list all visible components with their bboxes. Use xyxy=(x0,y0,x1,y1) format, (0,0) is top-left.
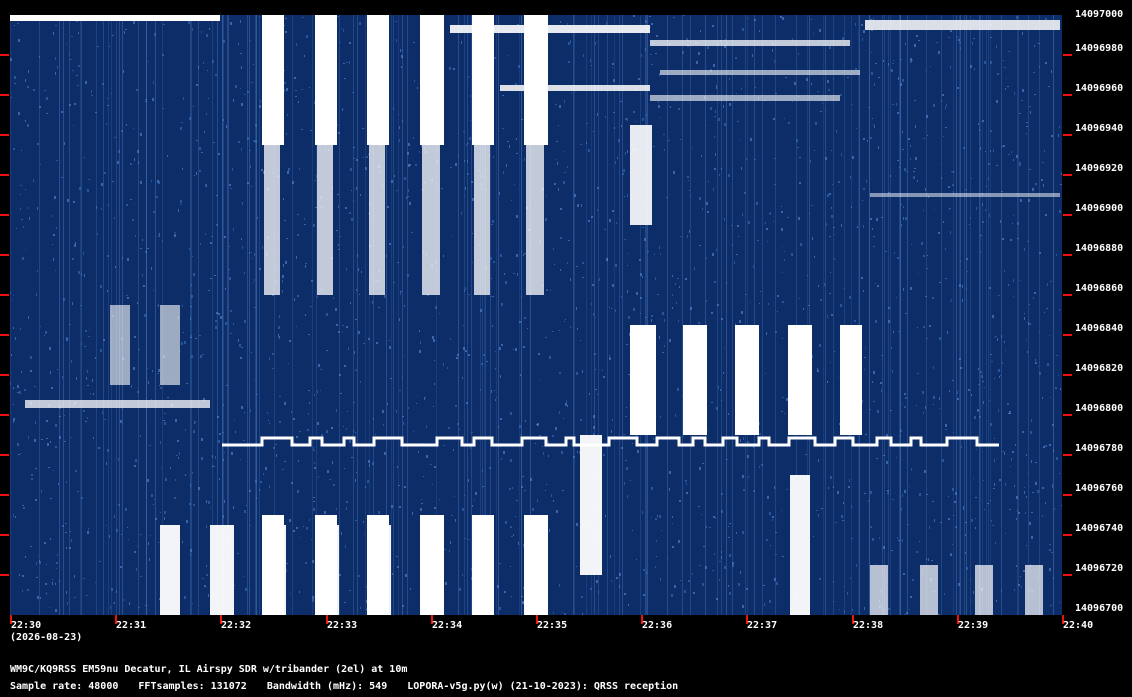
freq-tick-left xyxy=(0,374,9,376)
freq-label: 14096920 xyxy=(1075,163,1124,174)
freq-tick-left xyxy=(0,94,9,96)
freq-label: 14096780 xyxy=(1075,443,1124,454)
freq-label: 14096820 xyxy=(1075,363,1124,374)
freq-tick-left xyxy=(0,254,9,256)
freq-tick-left xyxy=(0,534,9,536)
time-label: 22:38 xyxy=(853,620,884,631)
freq-label: 14096860 xyxy=(1075,283,1124,294)
freq-label: 14096720 xyxy=(1075,563,1124,574)
freq-tick-right xyxy=(1063,414,1072,416)
freq-tick-left xyxy=(0,574,9,576)
freq-tick-left xyxy=(0,134,9,136)
time-label: 22:34 xyxy=(432,620,463,631)
freq-tick-right xyxy=(1063,54,1072,56)
freq-tick-right xyxy=(1063,454,1072,456)
time-label: 22:31 xyxy=(116,620,147,631)
freq-tick-left xyxy=(0,454,9,456)
freq-tick-left xyxy=(0,414,9,416)
freq-label: 14096880 xyxy=(1075,243,1124,254)
freq-tick-left xyxy=(0,334,9,336)
freq-tick-left xyxy=(0,174,9,176)
freq-label: 14096840 xyxy=(1075,323,1124,334)
bandwidth: Bandwidth (mHz): 549 xyxy=(266,681,388,692)
time-label: 22:35 xyxy=(537,620,568,631)
fft-samples: FFTsamples: 131072 xyxy=(138,681,247,692)
capture-info: Sample rate: 48000 FFTsamples: 131072 Ba… xyxy=(10,681,692,692)
freq-label: 14096900 xyxy=(1075,203,1124,214)
freq-label: 14096960 xyxy=(1075,83,1124,94)
freq-tick-right xyxy=(1063,254,1072,256)
freq-tick-right xyxy=(1063,374,1072,376)
waterfall-image xyxy=(10,15,1062,615)
time-label: 22:30 xyxy=(11,620,42,631)
time-label: 22:37 xyxy=(747,620,778,631)
freq-tick-right xyxy=(1063,334,1072,336)
freq-label: 14096800 xyxy=(1075,403,1124,414)
waterfall-plot[interactable] xyxy=(10,15,1062,615)
freq-tick-right xyxy=(1063,214,1072,216)
time-label: 22:39 xyxy=(958,620,989,631)
time-label: 22:40 xyxy=(1063,620,1094,631)
freq-tick-left xyxy=(0,494,9,496)
freq-label: 14096700 xyxy=(1075,603,1124,614)
date-label: (2026-08-23) xyxy=(10,632,83,643)
time-label: 22:32 xyxy=(221,620,252,631)
software-version: LOPORA-v5g.py(w) (21-10-2023): QRSS rece… xyxy=(407,681,679,692)
freq-tick-right xyxy=(1063,574,1072,576)
station-info: WM9C/KQ9RSS EM59nu Decatur, IL Airspy SD… xyxy=(10,664,408,675)
time-label: 22:33 xyxy=(327,620,358,631)
freq-tick-right xyxy=(1063,174,1072,176)
freq-tick-left xyxy=(0,214,9,216)
freq-label: 14096740 xyxy=(1075,523,1124,534)
freq-label: 14096760 xyxy=(1075,483,1124,494)
freq-tick-right xyxy=(1063,134,1072,136)
freq-tick-right xyxy=(1063,94,1072,96)
freq-tick-right xyxy=(1063,294,1072,296)
sample-rate: Sample rate: 48000 xyxy=(10,681,119,692)
freq-label: 14097000 xyxy=(1075,9,1124,20)
freq-tick-right xyxy=(1063,534,1072,536)
time-label: 22:36 xyxy=(642,620,673,631)
freq-label: 14096980 xyxy=(1075,43,1124,54)
freq-tick-left xyxy=(0,54,9,56)
freq-label: 14096940 xyxy=(1075,123,1124,134)
freq-tick-left xyxy=(0,294,9,296)
freq-tick-right xyxy=(1063,494,1072,496)
